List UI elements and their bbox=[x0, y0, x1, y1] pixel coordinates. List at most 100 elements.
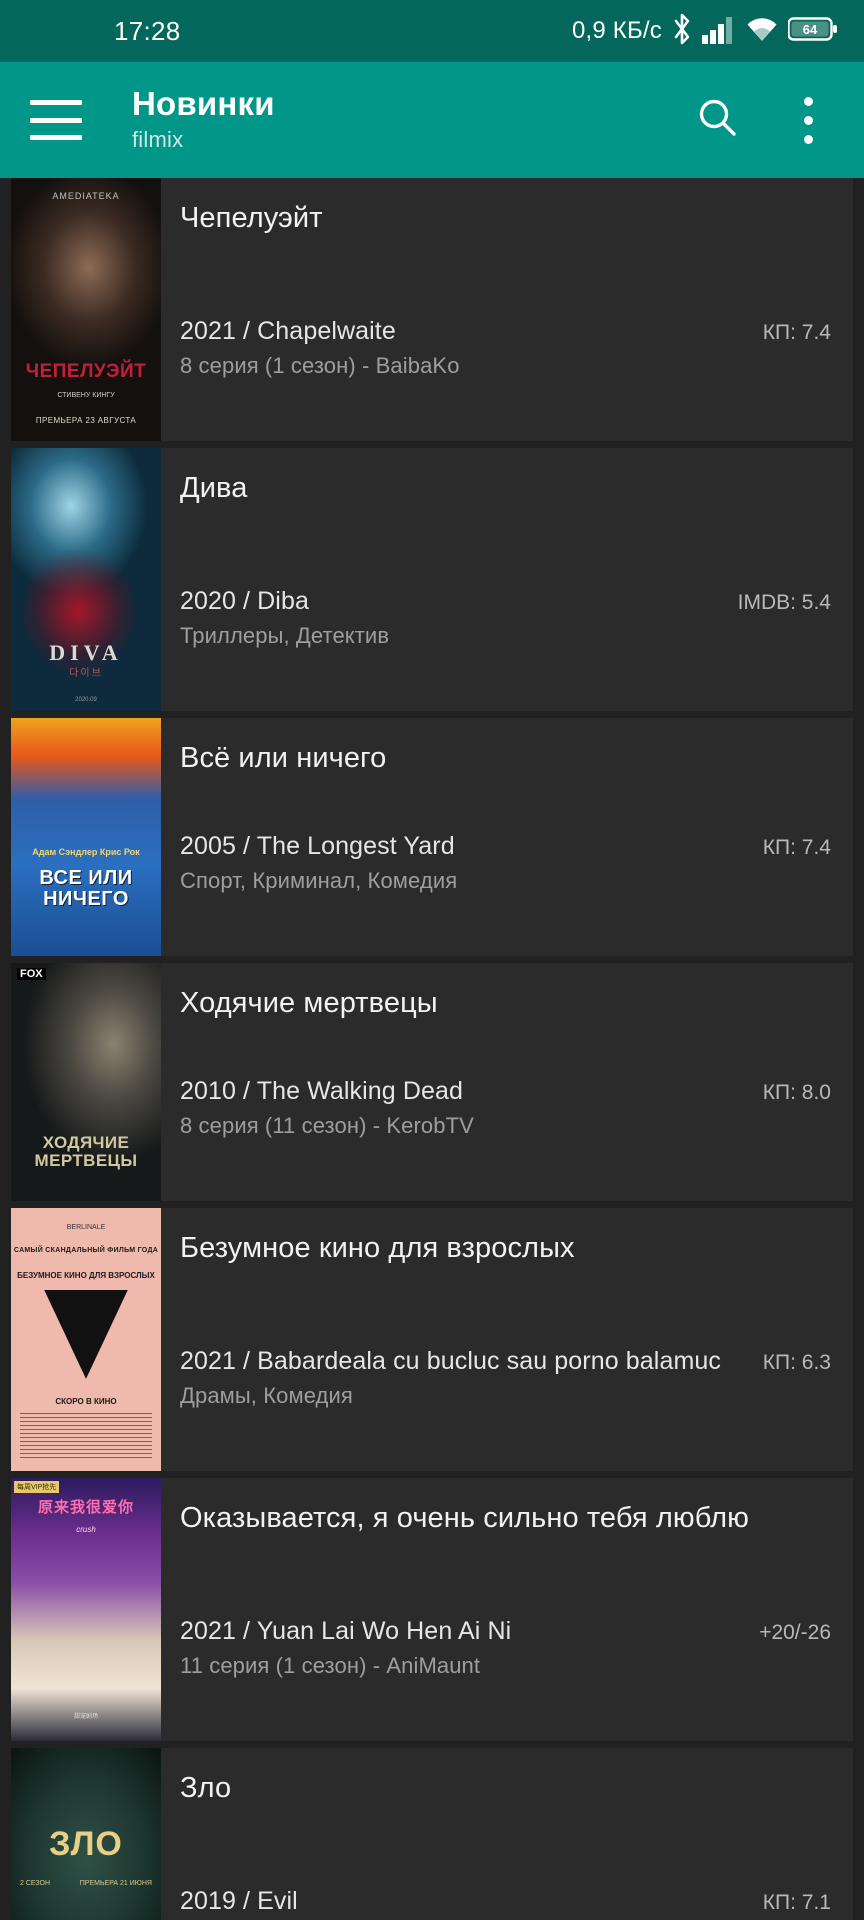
poster-art: BERLINALE САМЫЙ СКАНДАЛЬНЫЙ ФИЛЬМ ГОДА Б… bbox=[11, 1208, 161, 1471]
page-subtitle: filmix bbox=[132, 127, 184, 153]
toolbar-title-block: Новинки filmix bbox=[132, 85, 690, 155]
poster-caption: ВСЕ ИЛИ НИЧЕГО bbox=[39, 866, 133, 910]
kebab-dot bbox=[803, 96, 813, 106]
movie-original-title: 2010 / The Walking Dead bbox=[180, 1077, 464, 1105]
movie-meta: 2019 / Evil КП: 7.1 12 серия (2 сезон) -… bbox=[180, 1887, 831, 1920]
list-item[interactable]: Адам Сэндлер Крис Рок ВСЕ ИЛИ НИЧЕГО Всё… bbox=[11, 718, 853, 956]
movie-meta-row: 2021 / Chapelwaite КП: 7.4 bbox=[180, 317, 831, 346]
poster-thumbnail: DIVA 다이브 2020.09 bbox=[11, 448, 161, 711]
list-item-info: Дива 2020 / Diba IMDB: 5.4 Триллеры, Дет… bbox=[161, 448, 853, 711]
hamburger-menu-icon[interactable] bbox=[30, 100, 82, 140]
movie-list[interactable]: AMEDIATEKA ЧЕПЕЛУЭЙТ СТИВЕНУ КИНГУ ПРЕМЬ… bbox=[0, 178, 864, 1920]
poster-caption: 每周VIP抢先 bbox=[14, 1480, 60, 1493]
app-toolbar: Новинки filmix bbox=[0, 62, 864, 178]
movie-title: Дива bbox=[180, 472, 248, 504]
toolbar-actions bbox=[690, 92, 836, 148]
movie-extra-info: 8 серия (1 сезон) - BaibaKo bbox=[180, 353, 460, 378]
list-item-info: Зло 2019 / Evil КП: 7.1 12 серия (2 сезо… bbox=[161, 1748, 853, 1920]
movie-meta: 2005 / The Longest Yard КП: 7.4 Спорт, К… bbox=[180, 832, 831, 946]
poster-caption: 甜宠剧场 bbox=[73, 1713, 98, 1720]
status-bar-icons: 0,9 КБ/с 64 bbox=[572, 12, 838, 51]
poster-caption: AMEDIATEKA bbox=[52, 191, 120, 202]
search-icon bbox=[695, 95, 741, 146]
bluetooth-icon bbox=[671, 12, 693, 51]
list-item-info: Оказывается, я очень сильно тебя люблю 2… bbox=[161, 1478, 853, 1741]
poster-thumbnail: Адам Сэндлер Крис Рок ВСЕ ИЛИ НИЧЕГО bbox=[11, 718, 161, 956]
cellular-signal-icon bbox=[702, 14, 736, 49]
movie-original-title: 2019 / Evil bbox=[180, 1887, 298, 1915]
movie-meta-row: 2021 / Babardeala cu bucluc sau porno ba… bbox=[180, 1347, 831, 1376]
poster-shape bbox=[44, 1289, 128, 1379]
poster-art: DIVA 다이브 2020.09 bbox=[11, 448, 161, 711]
hamburger-bar bbox=[30, 100, 82, 105]
poster-caption: FOX bbox=[17, 967, 46, 980]
poster-caption: ЗЛО bbox=[49, 1824, 123, 1863]
list-item-info: Всё или ничего 2005 / The Longest Yard К… bbox=[161, 718, 853, 956]
poster-art: AMEDIATEKA ЧЕПЕЛУЭЙТ СТИВЕНУ КИНГУ ПРЕМЬ… bbox=[11, 178, 161, 441]
hamburger-bar bbox=[30, 135, 82, 140]
list-item[interactable]: DIVA 다이브 2020.09 Дива 2020 / Diba IMDB: … bbox=[11, 448, 853, 711]
poster-caption: crush bbox=[76, 1525, 96, 1535]
movie-meta: 2021 / Babardeala cu bucluc sau porno ba… bbox=[180, 1347, 831, 1461]
movie-title: Ходячие мертвецы bbox=[180, 987, 438, 1019]
poster-art: FOX ХОДЯЧИЕ МЕРТВЕЦЫ bbox=[11, 963, 161, 1201]
poster-caption: ХОДЯЧИЕ МЕРТВЕЦЫ bbox=[34, 1133, 138, 1171]
movie-original-title: 2021 / Babardeala cu bucluc sau porno ba… bbox=[180, 1347, 721, 1375]
movie-extra-info: 11 серия (1 сезон) - AniMaunt bbox=[180, 1653, 481, 1678]
rating-badge: КП: 7.4 bbox=[762, 836, 831, 859]
movie-meta: 2021 / Yuan Lai Wo Hen Ai Ni +20/-26 11 … bbox=[180, 1617, 831, 1731]
wifi-icon bbox=[745, 14, 779, 49]
search-button[interactable] bbox=[690, 92, 746, 148]
page-title: Новинки bbox=[132, 85, 275, 123]
poster-thumbnail: BERLINALE САМЫЙ СКАНДАЛЬНЫЙ ФИЛЬМ ГОДА Б… bbox=[11, 1208, 161, 1471]
poster-caption: BERLINALE bbox=[66, 1223, 106, 1231]
movie-original-title: 2005 / The Longest Yard bbox=[180, 832, 455, 860]
movie-extra-info: Драмы, Комедия bbox=[180, 1383, 353, 1408]
movie-title: Чепелуэйт bbox=[180, 202, 323, 234]
rating-badge: +20/-26 bbox=[759, 1621, 831, 1644]
poster-art: 每周VIP抢先 原来我很爱你 crush 甜宠剧场 bbox=[11, 1478, 161, 1741]
list-item[interactable]: BERLINALE САМЫЙ СКАНДАЛЬНЫЙ ФИЛЬМ ГОДА Б… bbox=[11, 1208, 853, 1471]
movie-extra-info: 8 серия (11 сезон) - KerobTV bbox=[180, 1113, 474, 1138]
list-item-info: Безумное кино для взрослых 2021 / Babard… bbox=[161, 1208, 853, 1471]
list-item[interactable]: AMEDIATEKA ЧЕПЕЛУЭЙТ СТИВЕНУ КИНГУ ПРЕМЬ… bbox=[11, 178, 853, 441]
status-bar-clock: 17:28 bbox=[114, 15, 181, 46]
poster-caption: ПРЕМЬЕРА 23 АВГУСТА bbox=[35, 416, 137, 426]
movie-meta-row: 2019 / Evil КП: 7.1 bbox=[180, 1887, 831, 1916]
movie-extra-info: Спорт, Криминал, Комедия bbox=[180, 868, 458, 893]
poster-thumbnail: FOX ХОДЯЧИЕ МЕРТВЕЦЫ bbox=[11, 963, 161, 1201]
poster-caption: 다이브 bbox=[69, 668, 103, 680]
movie-meta-row: 2010 / The Walking Dead КП: 8.0 bbox=[180, 1077, 831, 1106]
movie-meta-row: 2021 / Yuan Lai Wo Hen Ai Ni +20/-26 bbox=[180, 1617, 831, 1646]
poster-caption: ЧЕПЕЛУЭЙТ bbox=[25, 361, 147, 383]
list-item[interactable]: ЗЛО 2 СЕЗОН ПРЕМЬЕРА 21 ИЮНЯ AMEDIATEKA … bbox=[11, 1748, 853, 1920]
rating-badge: IMDB: 5.4 bbox=[737, 591, 831, 614]
list-item-info: Чепелуэйт 2021 / Chapelwaite КП: 7.4 8 с… bbox=[161, 178, 853, 441]
poster-art: Адам Сэндлер Крис Рок ВСЕ ИЛИ НИЧЕГО bbox=[11, 718, 161, 956]
movie-extra-info: Триллеры, Детектив bbox=[180, 623, 390, 648]
list-item[interactable]: FOX ХОДЯЧИЕ МЕРТВЕЦЫ Ходячие мертвецы 20… bbox=[11, 963, 853, 1201]
movie-meta: 2021 / Chapelwaite КП: 7.4 8 серия (1 се… bbox=[180, 317, 831, 431]
poster-caption: БЕЗУМНОЕ КИНО ДЛЯ ВЗРОСЛЫХ bbox=[17, 1271, 155, 1281]
movie-title: Оказывается, я очень сильно тебя люблю bbox=[180, 1502, 750, 1534]
poster-caption: ПРЕМЬЕРА 21 ИЮНЯ bbox=[79, 1879, 152, 1887]
network-speed-label: 0,9 КБ/с bbox=[571, 17, 662, 44]
poster-caption: DIVA bbox=[49, 640, 123, 666]
poster-caption: СКОРО В КИНО bbox=[55, 1397, 117, 1407]
rating-badge: КП: 7.1 bbox=[762, 1891, 831, 1914]
list-item-info: Ходячие мертвецы 2010 / The Walking Dead… bbox=[161, 963, 853, 1201]
kebab-dot bbox=[803, 134, 813, 144]
movie-meta: 2010 / The Walking Dead КП: 8.0 8 серия … bbox=[180, 1077, 831, 1191]
movie-original-title: 2020 / Diba bbox=[180, 587, 309, 615]
poster-thumbnail: ЗЛО 2 СЕЗОН ПРЕМЬЕРА 21 ИЮНЯ AMEDIATEKA bbox=[11, 1748, 161, 1920]
movie-title: Зло bbox=[180, 1772, 232, 1804]
poster-caption: 2020.09 bbox=[75, 697, 97, 704]
overflow-menu-button[interactable] bbox=[780, 92, 836, 148]
kebab-dot bbox=[803, 115, 813, 125]
poster-caption: 2 СЕЗОН bbox=[20, 1879, 51, 1887]
poster-credits-block bbox=[20, 1413, 152, 1461]
poster-art: ЗЛО 2 СЕЗОН ПРЕМЬЕРА 21 ИЮНЯ AMEDIATEKA bbox=[11, 1748, 161, 1920]
list-item[interactable]: 每周VIP抢先 原来我很爱你 crush 甜宠剧场 Оказывается, я… bbox=[11, 1478, 853, 1741]
rating-badge: КП: 8.0 bbox=[762, 1081, 831, 1104]
battery-icon: 64 bbox=[787, 15, 838, 48]
